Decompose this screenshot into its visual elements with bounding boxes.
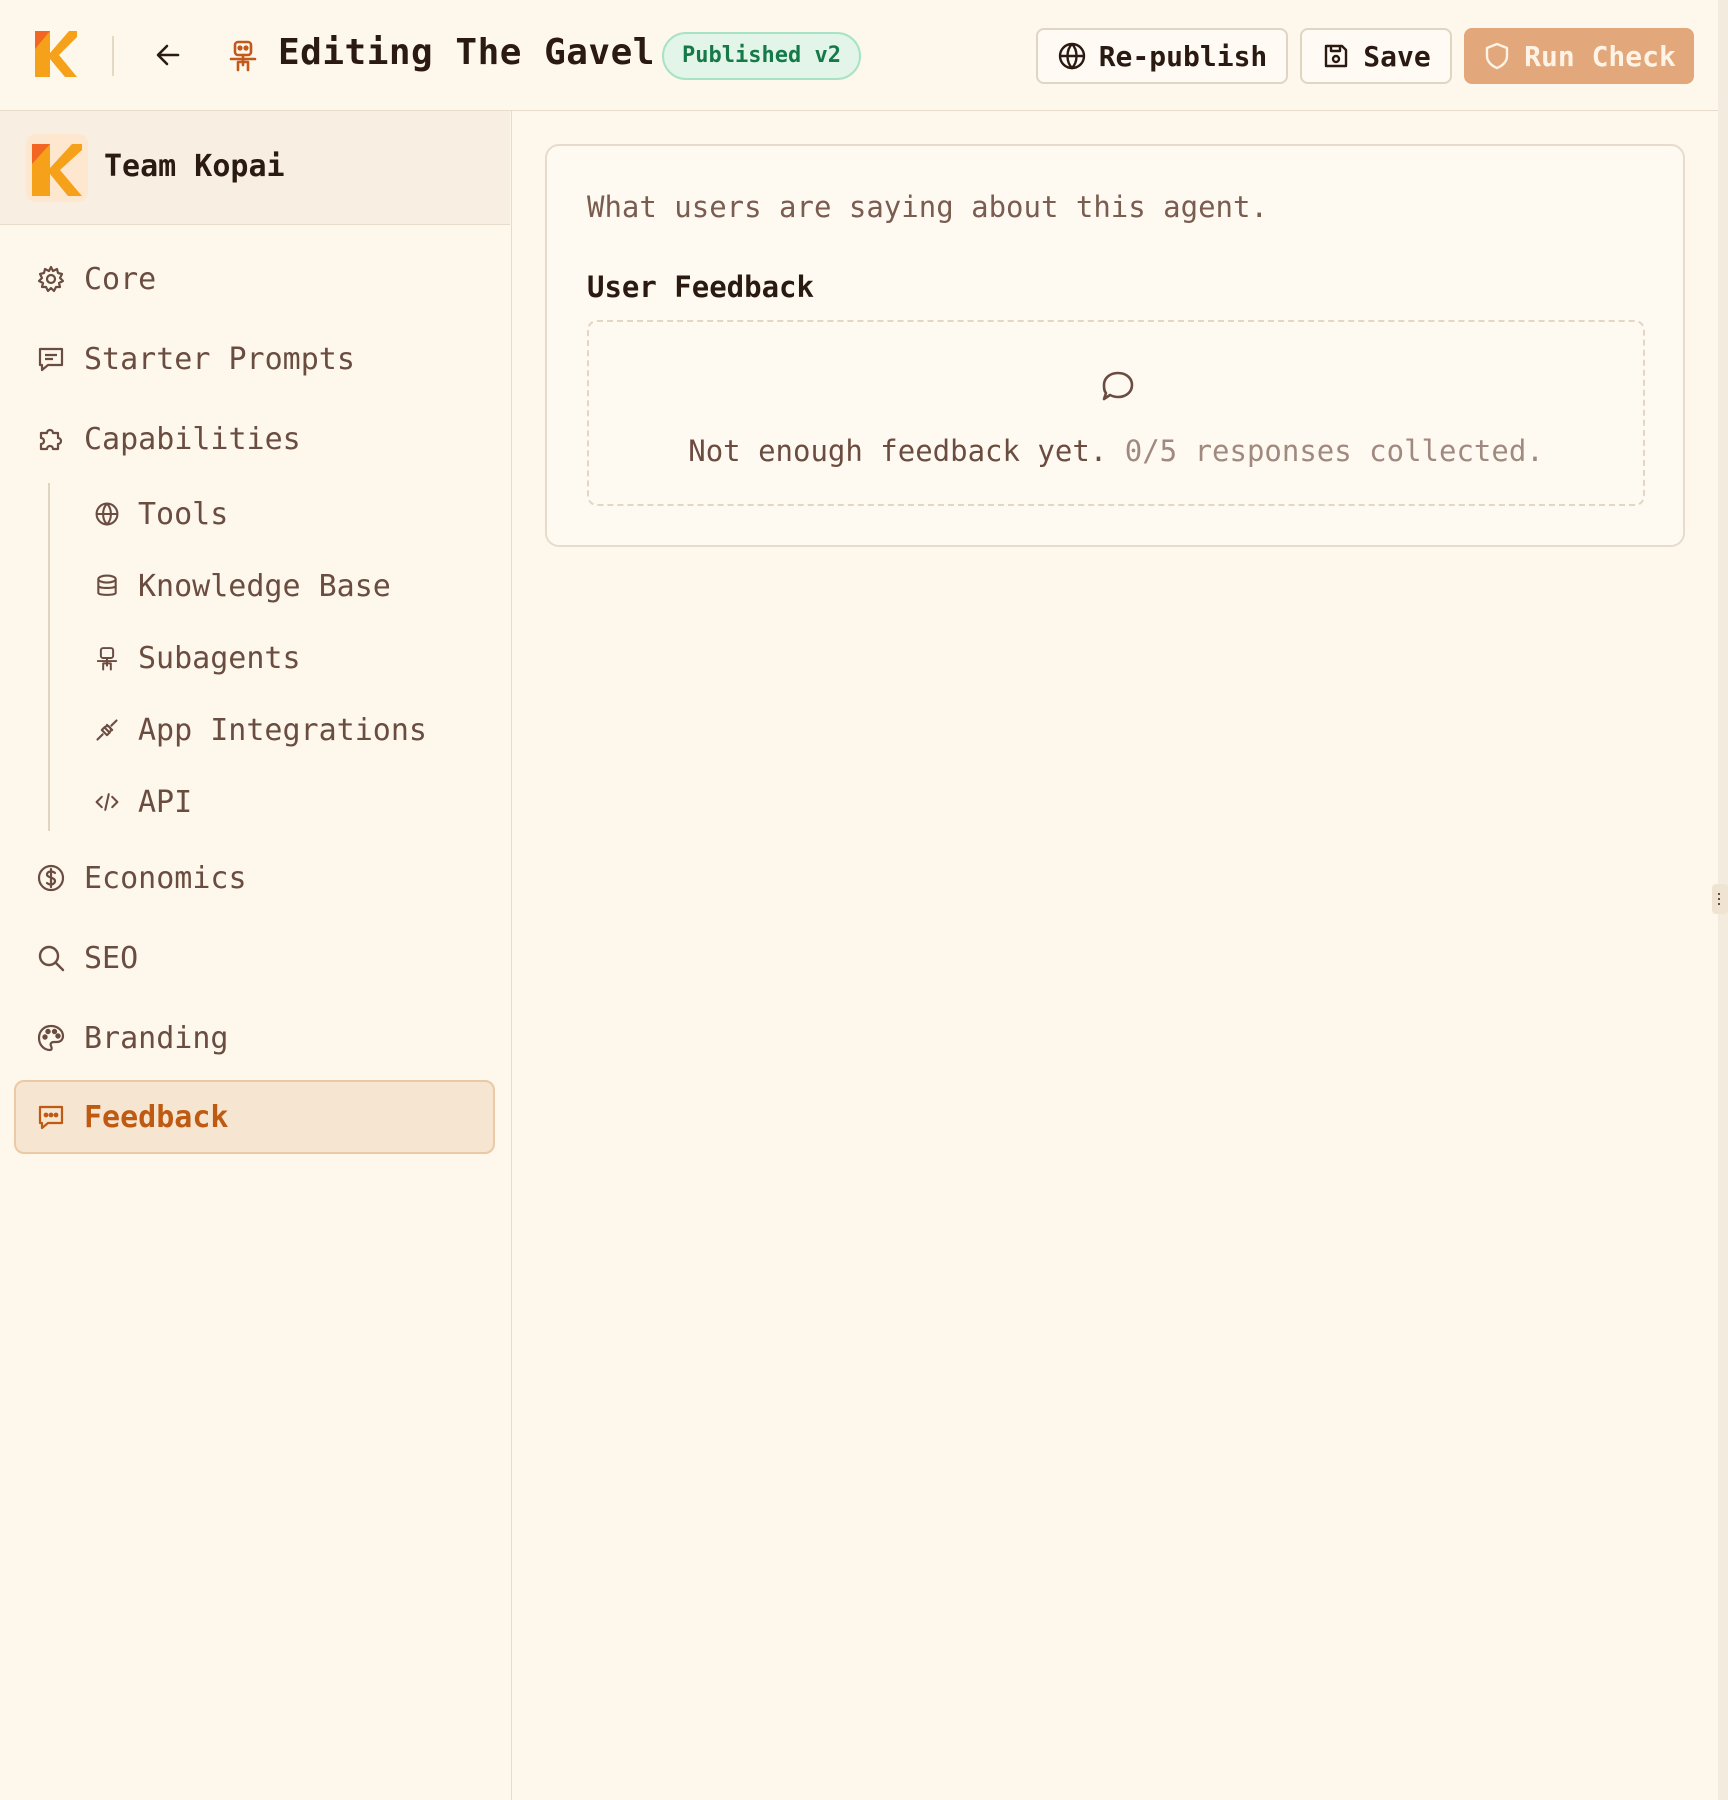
sidebar-item-label: API (138, 784, 193, 820)
sidebar-item-label: Feedback (84, 1099, 229, 1135)
app-root: Editing The Gavel Published v2 Re-publis… (0, 0, 1728, 1800)
globe-icon (1058, 42, 1085, 70)
sidebar-item-subagents[interactable]: Subagents (14, 621, 495, 695)
empty-state-text: Not enough feedback yet. 0/5 responses c… (589, 434, 1643, 468)
search-icon (38, 945, 65, 972)
sidebar-item-app-integrations[interactable]: App Integrations (14, 693, 495, 767)
code-icon (95, 793, 119, 811)
message-dots-icon (38, 1105, 64, 1130)
sidebar-item-label: Subagents (138, 640, 301, 676)
message-square-icon (38, 347, 64, 372)
sidebar-item-tools[interactable]: Tools (14, 477, 495, 551)
page-title: Editing The Gavel (278, 32, 655, 73)
team-name: Team Kopai (104, 149, 285, 184)
top-header: Editing The Gavel Published v2 Re-publis… (0, 0, 1718, 111)
robot-icon (96, 647, 118, 671)
sidebar-item-api[interactable]: API (14, 765, 495, 839)
sidebar-item-core[interactable]: Core (14, 242, 495, 316)
dollar-circle-icon (37, 864, 65, 892)
database-icon (97, 574, 117, 596)
card-description: What users are saying about this agent. (587, 190, 1268, 224)
floppy-icon (1325, 44, 1348, 68)
sidebar: Team Kopai Core Starter Prompts Capabili… (0, 111, 512, 1800)
sidebar-item-label: Capabilities (84, 421, 301, 457)
sidebar-item-seo[interactable]: SEO (14, 921, 495, 995)
gear-icon (37, 265, 65, 293)
robot-icon (229, 40, 257, 72)
sidebar-item-label: SEO (84, 940, 139, 976)
sidebar-item-label: Knowledge Base (138, 568, 391, 604)
sidebar-item-label: App Integrations (138, 712, 427, 748)
team-switcher[interactable]: Team Kopai (0, 111, 510, 225)
run-check-button[interactable]: Run Check (1464, 28, 1694, 84)
sidebar-item-capabilities[interactable]: Capabilities (14, 402, 495, 476)
save-button[interactable]: Save (1300, 28, 1452, 84)
sidebar-item-label: Core (84, 261, 157, 297)
puzzle-icon (39, 428, 63, 451)
team-logo-icon (26, 134, 88, 202)
plug-icon (96, 719, 118, 741)
sidebar-item-starter-prompts[interactable]: Starter Prompts (14, 322, 495, 396)
response-count: 0/5 responses collected. (1124, 434, 1544, 468)
sidebar-item-branding[interactable]: Branding (14, 1001, 495, 1075)
section-heading: User Feedback (587, 270, 814, 304)
run-check-label: Run Check (1524, 39, 1676, 73)
save-label: Save (1363, 39, 1431, 73)
sidebar-item-label: Starter Prompts (84, 341, 355, 377)
arrow-left-icon[interactable] (153, 40, 183, 70)
sidebar-item-knowledge-base[interactable]: Knowledge Base (14, 549, 495, 623)
chat-bubble-icon (1102, 371, 1134, 401)
sidebar-item-label: Branding (84, 1020, 229, 1056)
empty-state: Not enough feedback yet. 0/5 responses c… (587, 320, 1645, 506)
resize-handle[interactable] (1712, 884, 1728, 914)
republish-label: Re-publish (1098, 39, 1268, 73)
sidebar-item-feedback[interactable]: Feedback (14, 1080, 495, 1154)
empty-state-message: Not enough feedback yet. (688, 434, 1108, 468)
globe-icon (95, 502, 119, 526)
sidebar-item-label: Economics (84, 860, 247, 896)
sidebar-item-economics[interactable]: Economics (14, 841, 495, 915)
palette-icon (37, 1024, 65, 1052)
status-badge: Published v2 (662, 32, 861, 80)
kopai-logo-icon[interactable] (35, 31, 77, 77)
header-divider (112, 36, 114, 76)
sidebar-item-label: Tools (138, 496, 229, 532)
republish-button[interactable]: Re-publish (1036, 28, 1288, 84)
feedback-card: What users are saying about this agent. … (545, 144, 1685, 547)
shield-icon (1485, 42, 1509, 70)
